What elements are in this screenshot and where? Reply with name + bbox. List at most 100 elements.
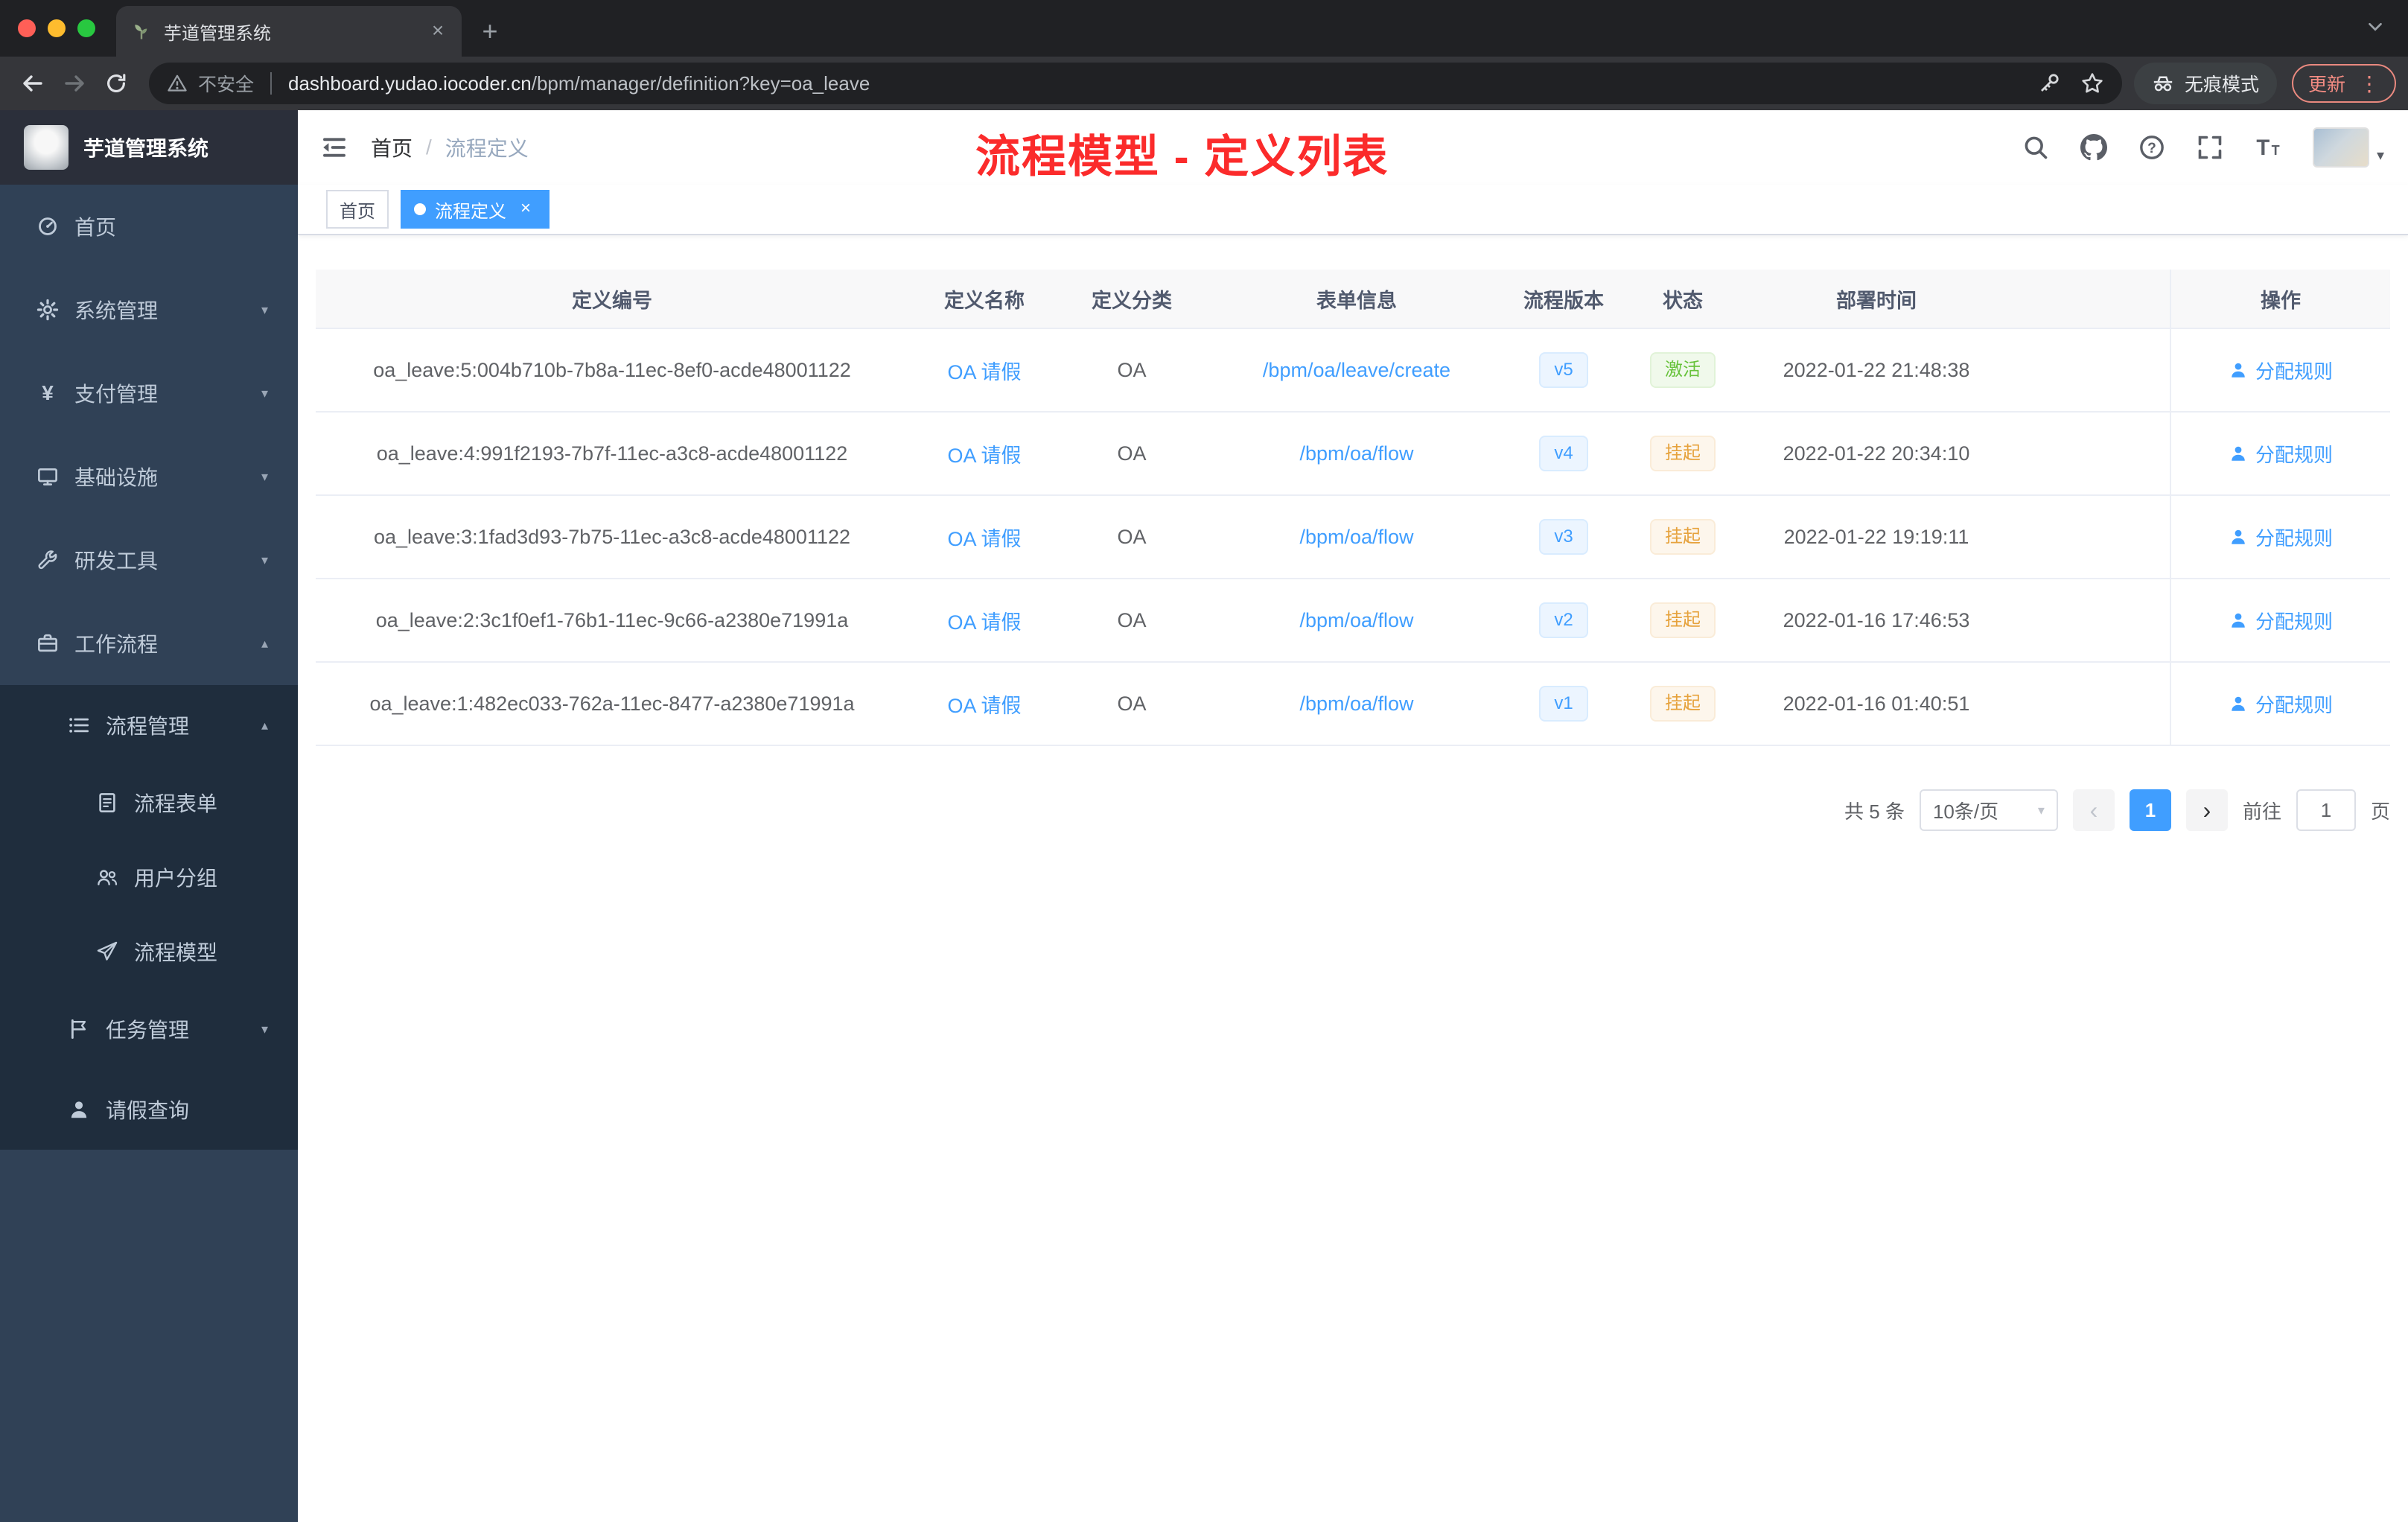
table-body: oa_leave:5:004b710b-7b8a-11ec-8ef0-acde4…	[316, 329, 2390, 746]
sidebar-item-label: 支付管理	[74, 383, 159, 406]
fullscreen-icon[interactable]	[2197, 134, 2223, 161]
breadcrumb-home[interactable]: 首页	[371, 133, 413, 162]
address-bar[interactable]: 不安全 dashboard.yudao.iocoder.cn/bpm/manag…	[149, 63, 2122, 104]
status-tag: 挂起	[1650, 686, 1716, 722]
form-link[interactable]: /bpm/oa/leave/create	[1263, 359, 1450, 381]
definition-name-cell: OA 请假	[908, 356, 1060, 385]
sidebar-item-process-form[interactable]: 流程表单	[0, 765, 298, 840]
definition-name-cell: OA 请假	[908, 439, 1060, 468]
new-tab-button[interactable]: +	[471, 12, 509, 51]
form-link[interactable]: /bpm/oa/flow	[1299, 692, 1413, 715]
current-page-button[interactable]: 1	[2129, 789, 2171, 831]
definition-name-link[interactable]: OA 请假	[947, 695, 1021, 717]
tag-close-icon[interactable]: ×	[515, 199, 536, 220]
divider	[270, 72, 273, 95]
chevron-down-icon: ▾	[261, 385, 268, 401]
actions-cell: 分配规则	[2170, 496, 2390, 578]
assign-rule-link[interactable]: 分配规则	[2229, 690, 2333, 718]
deploy-time-cell: 2022-01-16 17:46:53	[1783, 608, 1970, 631]
category-cell: OA	[1117, 358, 1147, 381]
update-button[interactable]: 更新 ⋮	[2291, 64, 2396, 103]
deploy-time-cell: 2022-01-22 19:19:11	[1783, 525, 1969, 548]
chevron-down-icon: ▾	[2376, 147, 2384, 164]
sidebar-item-user-group[interactable]: 用户分组	[0, 840, 298, 914]
goto-label: 前往	[2242, 800, 2281, 823]
definition-name-link[interactable]: OA 请假	[947, 611, 1021, 634]
definitions-table: 定义编号 定义名称 定义分类 表单信息 流程版本 状态 部署时间 操作 oa_leave:5:…	[316, 270, 2390, 746]
table-row: oa_leave:4:991f2193-7b7f-11ec-a3c8-acde4…	[316, 413, 2390, 496]
column-header: 表单信息	[1316, 289, 1397, 312]
sidebar-item-devtools[interactable]: 研发工具 ▾	[0, 518, 298, 602]
page-unit-label: 页	[2370, 800, 2390, 823]
minimize-window-button[interactable]	[48, 19, 66, 37]
search-icon[interactable]	[2022, 134, 2049, 161]
sidebar-item-workflow[interactable]: 工作流程 ▴	[0, 602, 298, 685]
deploy-time-cell: 2022-01-22 21:48:38	[1783, 358, 1970, 381]
definition-id-cell: oa_leave:3:1fad3d93-7b75-11ec-a3c8-acde4…	[373, 525, 851, 548]
back-button[interactable]	[12, 63, 54, 104]
prev-page-button[interactable]: ‹	[2072, 789, 2115, 831]
form-cell: /bpm/oa/flow	[1203, 442, 1510, 465]
page-jump-input[interactable]	[2296, 789, 2356, 831]
sidebar-item-task-management[interactable]: 任务管理 ▾	[0, 989, 298, 1069]
sidebar-item-payment[interactable]: ¥ 支付管理 ▾	[0, 351, 298, 435]
tags-bar: 首页 流程定义 ×	[298, 185, 2408, 235]
user-icon	[67, 1098, 91, 1121]
form-cell: /bpm/oa/flow	[1203, 609, 1510, 632]
tag-item[interactable]: 首页	[326, 190, 389, 229]
sidebar-item-process-management[interactable]: 流程管理 ▴	[0, 685, 298, 765]
assign-rule-link[interactable]: 分配规则	[2229, 607, 2333, 634]
font-size-icon[interactable]: TT	[2255, 134, 2281, 161]
form-link[interactable]: /bpm/oa/flow	[1299, 609, 1413, 631]
assign-rule-link[interactable]: 分配规则	[2229, 523, 2333, 551]
fullscreen-window-button[interactable]	[77, 19, 95, 37]
assign-rule-link[interactable]: 分配规则	[2229, 357, 2333, 384]
form-link[interactable]: /bpm/oa/flow	[1299, 442, 1413, 465]
navbar: 首页 / 流程定义 流程模型 - 定义列表 ? TT ▾	[298, 110, 2408, 185]
incognito-icon	[2153, 76, 2173, 92]
definition-name-link[interactable]: OA 请假	[947, 445, 1021, 467]
category-cell: OA	[1117, 692, 1147, 715]
browser-tab[interactable]: 芋道管理系统 ×	[116, 6, 462, 57]
sidebar-item-label: 任务管理	[106, 1019, 190, 1042]
page-size-select[interactable]: 10条/页 ▾	[1919, 789, 2058, 831]
logo-avatar	[24, 125, 69, 170]
sidebar-item-infrastructure[interactable]: 基础设施 ▾	[0, 435, 298, 518]
sidebar-item-label: 流程模型	[134, 941, 218, 964]
form-link[interactable]: /bpm/oa/flow	[1299, 526, 1413, 548]
user-menu[interactable]: ▾	[2312, 127, 2384, 168]
next-page-button[interactable]: ›	[2185, 789, 2228, 831]
tag-active[interactable]: 流程定义 ×	[401, 190, 550, 229]
forward-button[interactable]	[54, 63, 95, 104]
incognito-badge: 无痕模式	[2133, 63, 2277, 104]
users-icon	[95, 865, 119, 889]
definition-name-cell: OA 请假	[908, 523, 1060, 552]
actions-cell: 分配规则	[2170, 413, 2390, 494]
hamburger-icon[interactable]	[298, 133, 371, 162]
close-window-button[interactable]	[18, 19, 36, 37]
refresh-button[interactable]	[95, 63, 137, 104]
definition-name-link[interactable]: OA 请假	[947, 528, 1021, 550]
column-header: 部署时间	[1836, 289, 1917, 312]
url-path: /bpm/manager/definition?key=oa_leave	[531, 71, 870, 95]
tab-close-icon[interactable]: ×	[426, 19, 450, 43]
password-key-icon[interactable]	[2037, 71, 2061, 95]
sidebar-item-system[interactable]: 系统管理 ▾	[0, 268, 298, 351]
tab-search-icon[interactable]	[2366, 14, 2384, 42]
version-tag: v5	[1539, 352, 1588, 388]
sidebar-item-leave-query[interactable]: 请假查询	[0, 1069, 298, 1150]
definition-name-link[interactable]: OA 请假	[947, 361, 1021, 383]
sidebar-item-home[interactable]: 首页	[0, 185, 298, 268]
avatar[interactable]	[2312, 127, 2369, 168]
sidebar-item-label: 流程表单	[134, 792, 218, 815]
chevron-down-icon: ▾	[261, 302, 268, 317]
assign-rule-link[interactable]: 分配规则	[2229, 440, 2333, 468]
menu-dots-icon[interactable]: ⋮	[2359, 71, 2380, 96]
github-icon[interactable]	[2080, 134, 2107, 161]
help-icon[interactable]: ?	[2138, 134, 2165, 161]
table-row: oa_leave:3:1fad3d93-7b75-11ec-a3c8-acde4…	[316, 496, 2390, 579]
sidebar-item-process-model[interactable]: 流程模型	[0, 914, 298, 989]
yen-icon: ¥	[42, 381, 54, 404]
user-icon	[2232, 529, 2245, 544]
bookmark-star-icon[interactable]	[2080, 71, 2104, 95]
